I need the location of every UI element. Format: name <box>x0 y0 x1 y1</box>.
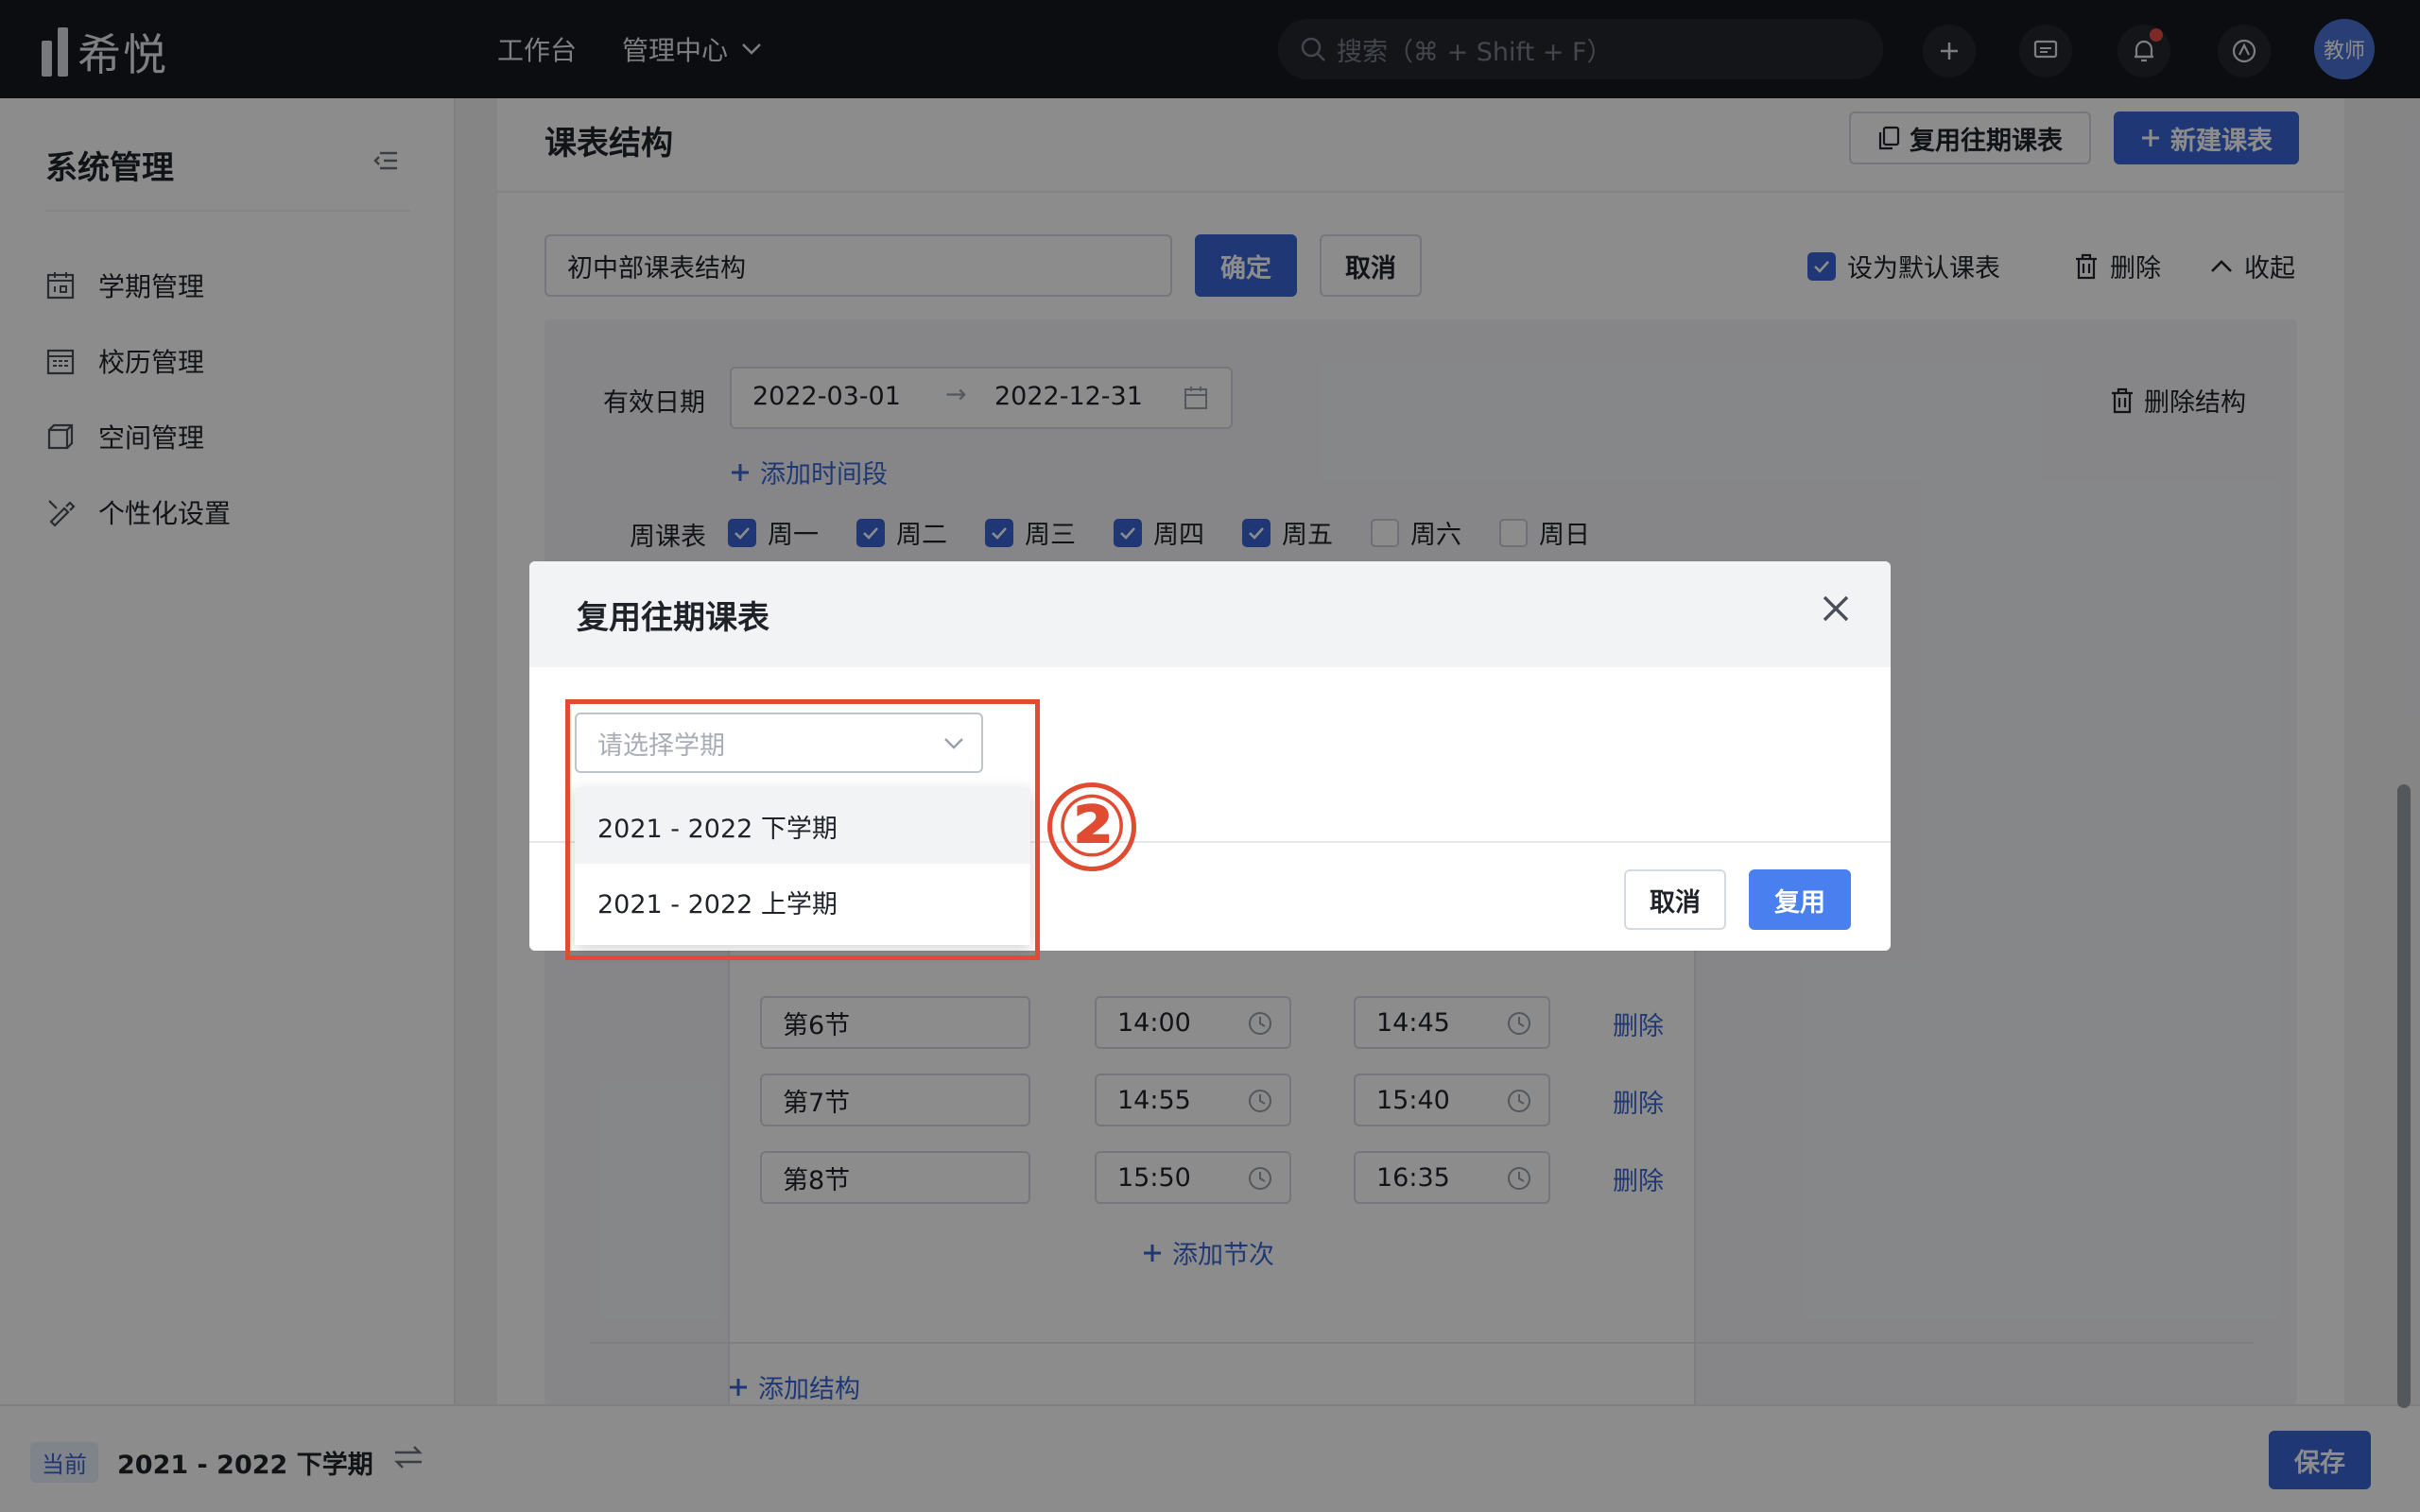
dialog-reuse-button[interactable]: 复用 <box>1749 869 1851 930</box>
dialog-reuse-label: 复用 <box>1774 887 1825 918</box>
close-icon <box>1823 595 1849 622</box>
close-dialog-button[interactable] <box>1821 593 1851 627</box>
annotation-step-marker: ② <box>1047 782 1136 871</box>
dialog-cancel-label: 取消 <box>1650 887 1701 918</box>
annotation-highlight-box <box>565 699 1040 960</box>
dialog-cancel-button[interactable]: 取消 <box>1624 869 1726 930</box>
step-number: ② <box>1055 777 1129 876</box>
dialog-header: 复用往期课表 <box>529 561 1891 667</box>
dialog-title: 复用往期课表 <box>577 599 769 637</box>
